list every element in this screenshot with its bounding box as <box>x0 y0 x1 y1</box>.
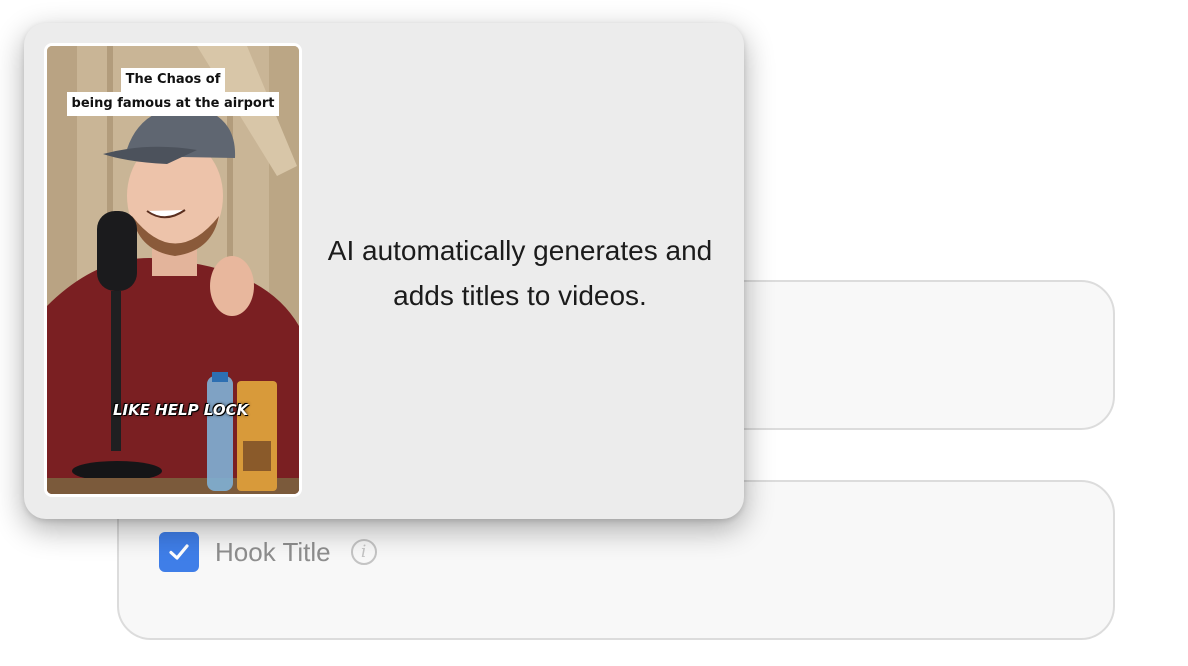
page: Hook Title i The Chaos of being famous a… <box>0 0 1188 666</box>
video-caption: LIKE HELP LOCK <box>113 401 249 419</box>
checkmark-icon <box>169 544 189 560</box>
video-hook-title: The Chaos of being famous at the airport <box>47 68 299 116</box>
hook-title-label: Hook Title <box>215 536 331 567</box>
info-icon[interactable]: i <box>350 539 377 565</box>
feature-tooltip: The Chaos of being famous at the airport… <box>24 23 744 519</box>
video-preview-thumbnail: The Chaos of being famous at the airport… <box>44 43 302 497</box>
tooltip-description: AI automatically generates and adds titl… <box>327 235 713 311</box>
hook-title-checkbox[interactable] <box>159 532 199 572</box>
video-title-line: being famous at the airport <box>66 92 280 116</box>
hook-title-row: Hook Title i <box>159 532 377 572</box>
video-title-line: The Chaos of <box>120 68 226 92</box>
